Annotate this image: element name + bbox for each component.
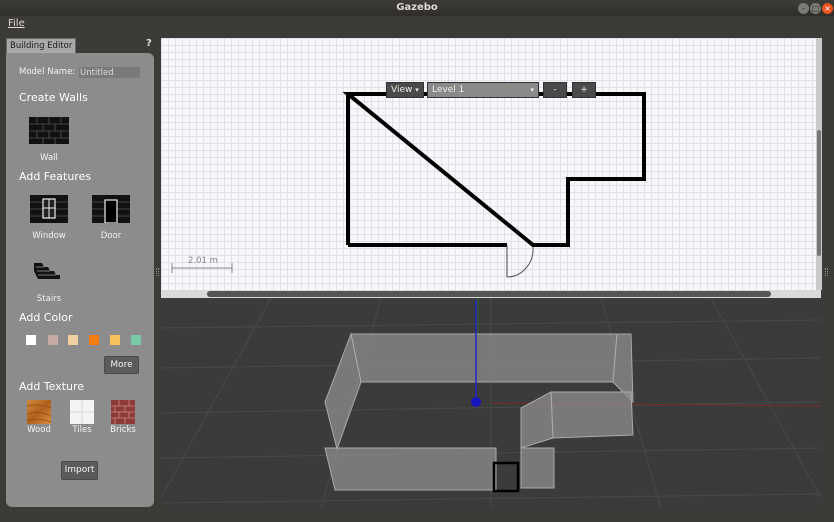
building-editor-dock: Building Editor ? Model Name: Create Wal… xyxy=(0,35,158,522)
create-walls-heading: Create Walls xyxy=(19,91,88,104)
origin-marker xyxy=(471,397,481,407)
scene-3d-view[interactable] xyxy=(161,298,821,508)
add-texture-heading: Add Texture xyxy=(19,380,85,393)
door-frame-3d xyxy=(492,461,520,493)
tiles-texture-button[interactable] xyxy=(70,400,94,428)
more-colors-button[interactable]: More xyxy=(104,356,139,374)
level-remove-button[interactable]: - xyxy=(543,82,567,98)
horizontal-scroll-thumb[interactable] xyxy=(207,291,771,297)
scene-3d-render xyxy=(161,298,821,508)
color-swatch-orange[interactable] xyxy=(89,335,99,345)
bricks-texture-button[interactable] xyxy=(111,400,135,428)
wall-icon xyxy=(29,117,69,144)
scale-label: 2.01 m xyxy=(188,256,218,266)
wall-button[interactable] xyxy=(29,117,69,148)
title-bar: Gazebo – □ × xyxy=(0,0,834,16)
view-dropdown-button[interactable]: View ▾ xyxy=(386,82,424,98)
color-swatch-white[interactable] xyxy=(26,335,36,345)
minimize-button[interactable]: – xyxy=(798,3,809,14)
vertical-scrollbar[interactable] xyxy=(816,38,822,290)
window-button[interactable] xyxy=(30,195,68,227)
wall-label: Wall xyxy=(40,153,58,163)
menu-bar: File xyxy=(0,16,834,33)
stairs-button[interactable] xyxy=(32,259,62,285)
door-swing-arc xyxy=(506,246,534,278)
window-title: Gazebo xyxy=(396,2,438,13)
tiles-texture-icon xyxy=(70,400,94,424)
level-select[interactable]: Level 1 ▾ xyxy=(427,82,539,98)
color-swatch-beige[interactable] xyxy=(68,335,78,345)
view-button-label: View xyxy=(391,85,413,95)
window-label: Window xyxy=(32,231,66,241)
chevron-down-icon: ▾ xyxy=(530,86,534,94)
model-name-input[interactable] xyxy=(79,67,140,78)
door-icon xyxy=(92,195,130,224)
color-swatch-yellow[interactable] xyxy=(110,335,120,345)
wood-texture-button[interactable] xyxy=(26,400,52,428)
add-features-heading: Add Features xyxy=(19,170,92,183)
editor-2d-canvas[interactable]: 2.01 m View ▾ Level 1 ▾ - + xyxy=(161,38,821,290)
color-swatch-green[interactable] xyxy=(131,335,141,345)
color-swatch-rose[interactable] xyxy=(48,335,58,345)
door-button[interactable] xyxy=(92,195,130,227)
level-add-button[interactable]: + xyxy=(572,82,596,98)
level-select-value: Level 1 xyxy=(432,85,465,95)
building-model[interactable] xyxy=(324,332,634,491)
wood-texture-icon xyxy=(26,400,52,424)
maximize-button[interactable]: □ xyxy=(810,3,821,14)
bricks-texture-icon xyxy=(111,400,135,424)
add-color-heading: Add Color xyxy=(19,311,73,324)
floor-plan xyxy=(171,92,646,278)
right-splitter-handle[interactable] xyxy=(825,268,828,276)
window-icon xyxy=(30,195,68,223)
door-label: Door xyxy=(100,231,122,241)
left-splitter-handle[interactable] xyxy=(156,268,159,276)
bricks-label: Bricks xyxy=(110,425,136,435)
vertical-scroll-thumb[interactable] xyxy=(817,130,821,256)
close-button[interactable]: × xyxy=(822,3,833,14)
import-button[interactable]: Import xyxy=(61,461,98,480)
help-button[interactable]: ? xyxy=(146,38,152,49)
tab-building-editor[interactable]: Building Editor xyxy=(6,38,77,53)
stairs-label: Stairs xyxy=(36,294,62,304)
wall-outline[interactable] xyxy=(342,92,646,247)
stairs-icon xyxy=(34,263,60,279)
model-name-label: Model Name: xyxy=(19,67,76,77)
horizontal-scrollbar[interactable] xyxy=(161,290,821,298)
chevron-down-icon: ▾ xyxy=(415,86,419,94)
building-editor-panel: Model Name: Create Walls Wall Add Featur… xyxy=(6,53,154,507)
menu-file[interactable]: File xyxy=(8,18,25,29)
